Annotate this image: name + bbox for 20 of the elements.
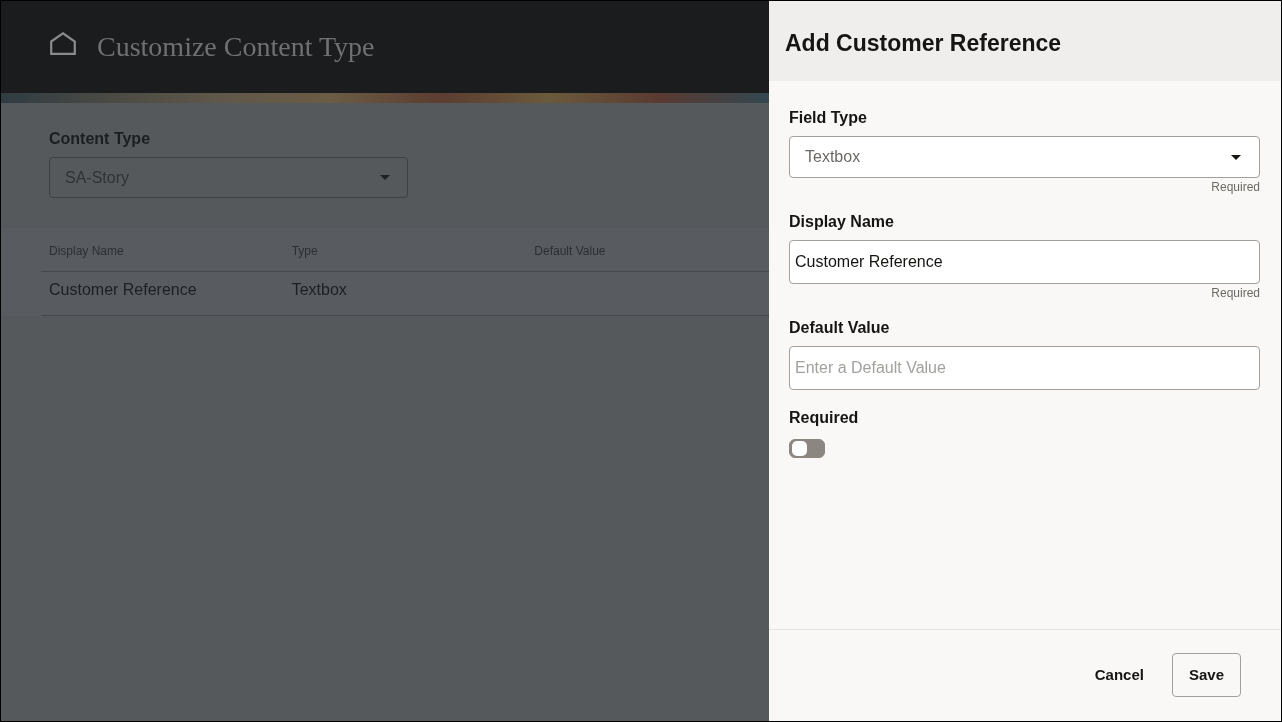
default-value-input[interactable]: Enter a Default Value (789, 346, 1260, 390)
field-type-select[interactable]: Textbox (789, 136, 1260, 178)
table-cell: Customer Reference (49, 281, 197, 298)
field-label: Field Type (789, 108, 867, 128)
field-label: Display Name (789, 212, 894, 232)
panel-title: Add Customer Reference (785, 29, 1062, 57)
caret-down-icon (1231, 154, 1241, 160)
table-cell: Textbox (291, 281, 347, 298)
page-title: Customize Content Type (97, 30, 375, 64)
content-type-label: Content Type (49, 129, 151, 149)
required-toggle[interactable] (789, 439, 825, 458)
required-hint: Required (1211, 285, 1260, 301)
save-button[interactable]: Save (1171, 653, 1241, 697)
required-hint: Required (1211, 179, 1260, 195)
caret-down-icon (380, 175, 390, 180)
field-label: Required (789, 408, 859, 428)
field-label: Default Value (789, 318, 890, 338)
display-name-input[interactable]: Customer Reference (789, 240, 1260, 284)
cancel-button[interactable]: Cancel (1084, 653, 1154, 697)
home-icon[interactable] (50, 31, 76, 55)
